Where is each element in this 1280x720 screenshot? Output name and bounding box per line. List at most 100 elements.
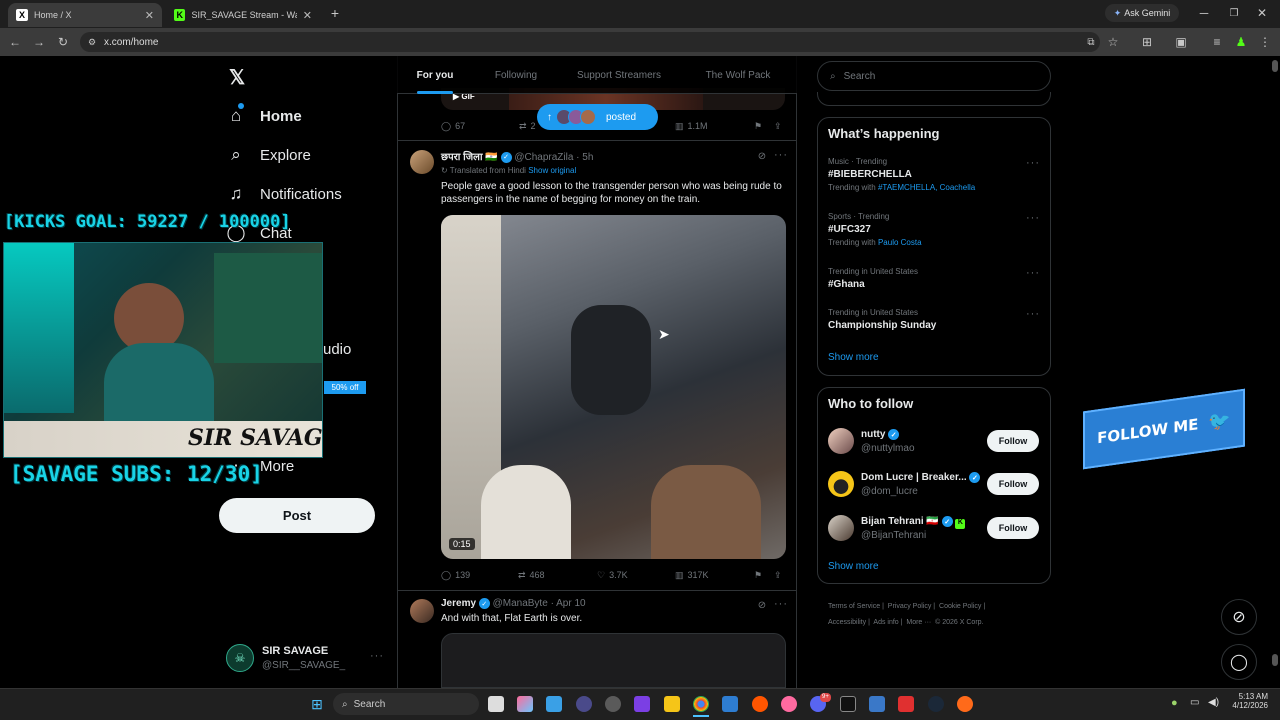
close-tab-icon[interactable]: ✕ xyxy=(145,9,154,22)
tab-for-you[interactable]: For you xyxy=(397,56,473,94)
show-original-link[interactable]: Show original xyxy=(528,166,576,175)
scrollbar-thumb[interactable] xyxy=(1272,654,1278,666)
footer-link[interactable]: Privacy Policy xyxy=(888,603,932,610)
app-icon[interactable] xyxy=(576,696,592,712)
trend-item[interactable]: Trending in United States Championship S… xyxy=(828,308,1040,331)
close-tab-icon[interactable]: ✕ xyxy=(303,9,312,22)
bookmark-button[interactable]: ⚑ xyxy=(754,121,762,132)
repost-button[interactable]: ⇄ 468 xyxy=(518,570,545,581)
avatar[interactable] xyxy=(828,515,854,541)
messages-floating-button[interactable]: ◯ xyxy=(1221,644,1257,680)
like-button[interactable]: ♡ 3.7K xyxy=(597,570,628,581)
task-view-icon[interactable] xyxy=(488,696,504,712)
post-menu-icon[interactable]: ··· xyxy=(774,598,788,610)
avatar[interactable] xyxy=(828,471,854,497)
tab-following[interactable]: Following xyxy=(473,56,559,94)
new-tab-button[interactable]: + xyxy=(328,5,342,21)
views-button[interactable]: ▥ 1.1M xyxy=(675,121,708,132)
repost-button[interactable]: ⇄ 2 xyxy=(519,121,536,132)
new-posts-pill[interactable]: ↑ posted xyxy=(537,104,658,130)
trend-menu-icon[interactable]: ··· xyxy=(1026,157,1040,169)
reload-icon[interactable]: ↻ xyxy=(56,35,70,49)
footer-link[interactable]: Cookie Policy xyxy=(939,603,981,610)
post-time[interactable]: · 5h xyxy=(576,152,593,163)
forward-icon[interactable]: → xyxy=(32,35,46,49)
extensions-icon[interactable]: ⊞ xyxy=(1140,35,1154,49)
trend-item[interactable]: Sports · Trending #UFC327 Trending with … xyxy=(828,212,1040,247)
account-menu-icon[interactable]: ··· xyxy=(370,650,384,662)
app-icon[interactable] xyxy=(605,696,621,712)
grok-icon[interactable]: ⊘ xyxy=(756,150,768,162)
sidebar-item-audio[interactable]: udio xyxy=(323,334,351,364)
avatar[interactable] xyxy=(410,150,434,174)
install-app-icon[interactable]: ⧉ xyxy=(1084,35,1098,49)
trend-with-link[interactable]: Paulo Costa xyxy=(878,238,922,247)
show-more-follow-link[interactable]: Show more xyxy=(828,561,879,572)
follow-name[interactable]: nutty ✓ xyxy=(861,429,900,440)
maximize-icon[interactable]: ❐ xyxy=(1228,6,1240,20)
side-panel-icon[interactable]: ▣ xyxy=(1174,35,1188,49)
trend-item[interactable]: Music · Trending #BIEBERCHELLA Trending … xyxy=(828,157,1040,192)
avatar[interactable] xyxy=(828,428,854,454)
search-input[interactable]: ⌕ Search xyxy=(817,61,1051,91)
windows-start-icon[interactable]: ⊞ xyxy=(309,696,325,712)
footer-link[interactable]: Ads info xyxy=(873,619,898,626)
views-button[interactable]: ▥ 317K xyxy=(675,570,709,581)
footer-link[interactable]: More ··· xyxy=(906,619,931,626)
footer-link[interactable]: Terms of Service xyxy=(828,603,880,610)
tab-home-x[interactable]: X Home / X ✕ xyxy=(8,3,162,27)
post-video[interactable] xyxy=(441,633,786,688)
app-icon[interactable] xyxy=(781,696,797,712)
author-handle[interactable]: @ManaByte xyxy=(493,598,548,609)
site-info-icon[interactable]: ⚙ xyxy=(86,36,98,48)
post-time[interactable]: · Apr 10 xyxy=(551,598,586,609)
trend-item[interactable]: Trending in United States #Ghana xyxy=(828,267,1040,290)
browser-menu-icon[interactable]: ⋮ xyxy=(1258,35,1272,49)
app-icon[interactable] xyxy=(898,696,914,712)
url-field[interactable]: x.com/home xyxy=(80,32,1100,52)
tab-the-wolf-pack[interactable]: The Wolf Pack xyxy=(679,56,797,94)
app-icon[interactable] xyxy=(869,696,885,712)
bookmark-button[interactable]: ⚑ xyxy=(754,570,762,581)
x-logo-icon[interactable]: 𝕏 xyxy=(226,65,248,89)
minimize-icon[interactable]: ─ xyxy=(1198,6,1210,20)
author-name[interactable]: Jeremy xyxy=(441,598,476,609)
soundcloud-icon[interactable] xyxy=(752,696,768,712)
follow-name[interactable]: Dom Lucre | Breaker... ✓ xyxy=(861,472,981,483)
taskbar-search[interactable]: ⌕ Search xyxy=(333,693,479,715)
app-icon[interactable] xyxy=(722,696,738,712)
ask-gemini-button[interactable]: ✦ Ask Gemini xyxy=(1105,4,1179,22)
trend-with-link[interactable]: #TAEMCHELLA, Coachella xyxy=(878,183,975,192)
follow-name[interactable]: Bijan Tehrani 🇮🇷 ✓ K xyxy=(861,516,966,530)
author-name[interactable]: छपरा जिला 🇮🇳 xyxy=(441,152,498,163)
microphone-icon[interactable]: ● xyxy=(1171,697,1178,709)
sidebar-item-notifications[interactable]: ♫ Notifications xyxy=(226,179,342,209)
share-button[interactable]: ⇪ xyxy=(774,570,782,581)
premium-discount-badge[interactable]: 50% off xyxy=(324,381,366,394)
trend-menu-icon[interactable]: ··· xyxy=(1026,267,1040,279)
grok-floating-button[interactable]: ⊘ xyxy=(1221,599,1257,635)
show-more-trends-link[interactable]: Show more xyxy=(828,352,879,363)
desktop-icon[interactable] xyxy=(546,696,562,712)
reply-button[interactable]: ◯ 139 xyxy=(441,570,470,581)
follow-button[interactable]: Follow xyxy=(987,473,1039,495)
follow-button[interactable]: Follow xyxy=(987,517,1039,539)
post-video[interactable]: 0:15 xyxy=(441,215,786,559)
copilot-icon[interactable] xyxy=(517,696,533,712)
sidebar-item-explore[interactable]: ⌕ Explore xyxy=(226,140,311,170)
capcut-icon[interactable] xyxy=(840,696,856,712)
trend-menu-icon[interactable]: ··· xyxy=(1026,308,1040,320)
steam-icon[interactable] xyxy=(928,696,944,712)
follow-button[interactable]: Follow xyxy=(987,430,1039,452)
clock[interactable]: 5:13 AM 4/12/2026 xyxy=(1228,692,1268,710)
network-icon[interactable]: ▭ xyxy=(1190,697,1199,708)
footer-link[interactable]: Accessibility xyxy=(828,619,866,626)
app-icon[interactable] xyxy=(957,696,973,712)
back-icon[interactable]: ← xyxy=(8,35,22,49)
trend-menu-icon[interactable]: ··· xyxy=(1026,212,1040,224)
scrollbar-up[interactable] xyxy=(1272,60,1278,72)
close-window-icon[interactable]: ✕ xyxy=(1256,6,1268,20)
avatar[interactable] xyxy=(410,599,434,623)
post-button[interactable]: Post xyxy=(219,498,375,533)
share-button[interactable]: ⇪ xyxy=(774,121,782,132)
